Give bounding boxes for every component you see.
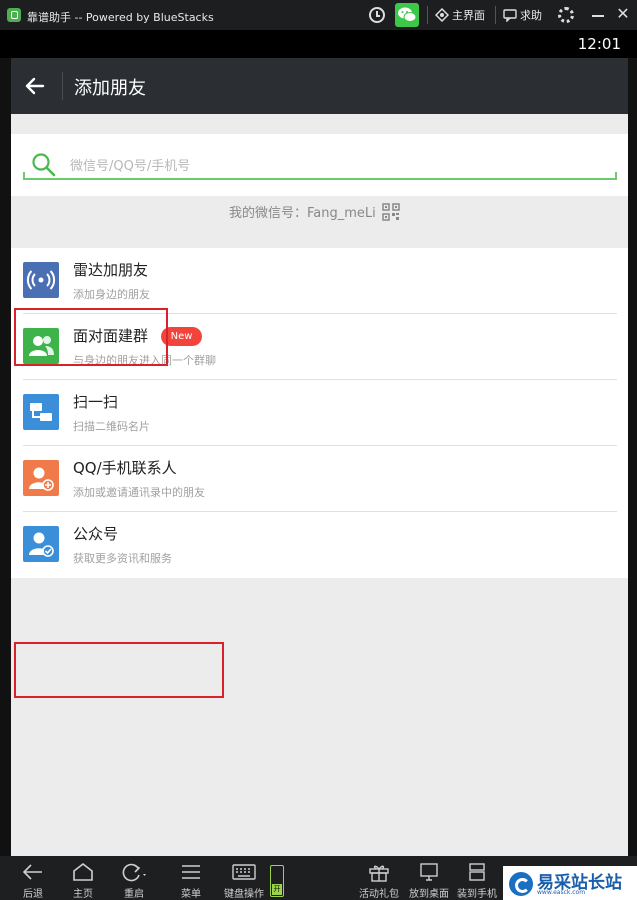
title-bar-divider — [495, 6, 496, 24]
tool-restart[interactable]: 重启 — [108, 856, 160, 900]
tool-label: 后退 — [23, 889, 43, 900]
tool-back[interactable]: 后退 — [8, 856, 58, 900]
my-wechat-id[interactable]: 我的微信号：Fang_meLi — [11, 198, 628, 246]
highlight-box-radar — [14, 308, 168, 366]
option-description: 添加或邀请通讯录中的朋友 — [73, 486, 205, 499]
status-bar: 12:01 — [0, 30, 637, 58]
app-header: 添加朋友 — [11, 58, 628, 114]
contact-add-icon — [23, 460, 59, 496]
option-radar[interactable]: 雷达加朋友 添加身边的朋友 — [11, 248, 628, 314]
home-icon — [73, 862, 93, 881]
tool-label: 键盘操作 — [224, 889, 264, 900]
clock-icon[interactable] — [369, 7, 385, 23]
app-logo-icon — [7, 8, 21, 22]
help-button[interactable]: 求助 — [503, 6, 542, 24]
my-wechat-id-text: 我的微信号：Fang_meLi — [229, 206, 376, 221]
option-qq-phone-contacts[interactable]: QQ/手机联系人 添加或邀请通讯录中的朋友 — [11, 446, 628, 512]
tool-label: 活动礼包 — [359, 889, 399, 900]
title-bar-divider — [427, 6, 428, 24]
watermark-url: www.easck.com — [537, 889, 586, 896]
highlight-box-contacts — [14, 642, 224, 698]
back-button[interactable] — [21, 72, 49, 100]
scan-icon — [23, 394, 59, 430]
option-description: 添加身边的朋友 — [73, 288, 150, 301]
watermark-logo-icon — [509, 872, 533, 896]
status-time: 12:01 — [577, 35, 621, 53]
tool-desktop[interactable]: 放到桌面 — [404, 856, 454, 900]
wechat-icon[interactable] — [395, 3, 419, 27]
emulator-title: 靠谱助手 -- Powered by BlueStacks — [27, 11, 214, 24]
add-friend-screen: 添加朋友 微信号/QQ号/手机号 我的微信号：Fang_meLi 雷达加朋友 添… — [11, 58, 628, 856]
option-scan[interactable]: 扫一扫 扫描二维码名片 — [11, 380, 628, 446]
option-label: 公众号 — [73, 525, 119, 543]
watermark: 易采站长站 www.easck.com — [503, 866, 637, 900]
add-friend-options: 雷达加朋友 添加身边的朋友 面对面建群 New 与身边的朋友进入同一个群聊 扫一… — [11, 248, 628, 698]
chat-bubble-icon — [503, 8, 517, 22]
close-icon[interactable]: ✕ — [615, 6, 631, 22]
home-screen-label: 主界面 — [452, 9, 485, 22]
gift-icon — [369, 865, 389, 882]
option-label: 扫一扫 — [73, 393, 119, 411]
gear-icon[interactable] — [558, 7, 574, 23]
keyboard-icon — [232, 864, 256, 880]
search-underline — [23, 172, 617, 180]
home-screen-icon — [435, 8, 449, 22]
search-placeholder: 微信号/QQ号/手机号 — [70, 159, 191, 174]
minimize-button[interactable] — [591, 7, 605, 23]
keyboard-toggle-label: 开 — [272, 884, 282, 895]
radar-icon — [23, 262, 59, 298]
header-divider — [62, 72, 63, 100]
tool-label: 重启 — [124, 889, 144, 900]
tool-keyboard[interactable]: 键盘操作 — [218, 856, 270, 900]
qr-code-icon[interactable] — [382, 202, 400, 221]
option-official-accounts[interactable]: 公众号 获取更多资讯和服务 — [11, 512, 628, 578]
option-label: 雷达加朋友 — [73, 261, 149, 279]
tool-label: 菜单 — [181, 889, 201, 900]
tool-gift[interactable]: 活动礼包 — [354, 856, 404, 900]
tool-label: 装到手机 — [457, 889, 497, 900]
tool-menu[interactable]: 菜单 — [166, 856, 216, 900]
tool-label: 主页 — [73, 889, 93, 900]
help-label: 求助 — [520, 9, 542, 22]
keyboard-toggle[interactable]: 开 — [270, 865, 284, 897]
desktop-icon — [420, 863, 438, 881]
option-description: 获取更多资讯和服务 — [73, 552, 172, 565]
emulator-title-bar: 靠谱助手 -- Powered by BlueStacks 主界面 求助 ✕ — [0, 0, 637, 30]
tool-home[interactable]: 主页 — [58, 856, 108, 900]
tool-install-phone[interactable]: 装到手机 — [452, 856, 502, 900]
phone-install-icon — [469, 863, 485, 881]
option-label: QQ/手机联系人 — [73, 459, 177, 477]
page-title: 添加朋友 — [74, 78, 146, 99]
search-input[interactable]: 微信号/QQ号/手机号 — [11, 134, 628, 196]
restart-icon — [122, 863, 146, 882]
tool-label: 放到桌面 — [409, 889, 449, 900]
official-account-icon — [23, 526, 59, 562]
back-arrow-icon — [22, 864, 42, 880]
home-screen-button[interactable]: 主界面 — [435, 6, 485, 24]
back-arrow-icon — [25, 77, 45, 95]
menu-icon — [182, 865, 200, 879]
option-description: 扫描二维码名片 — [73, 420, 150, 433]
